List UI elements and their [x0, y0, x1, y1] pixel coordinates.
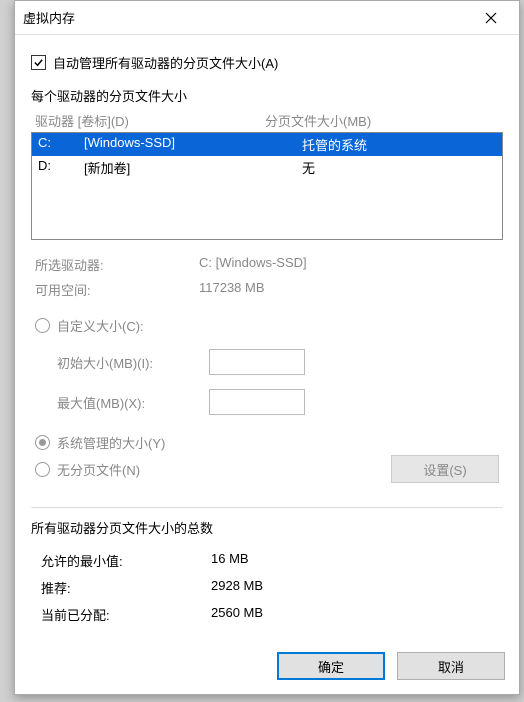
recommended-value: 2928 MB — [211, 578, 493, 597]
max-size-input[interactable] — [209, 389, 305, 415]
size-options: 自定义大小(C): 初始大小(MB)(I): 最大值(MB)(X): 系统管理的… — [31, 312, 503, 493]
selected-drive-value: C: [Windows-SSD] — [199, 255, 499, 274]
drive-paging: 托管的系统 — [302, 135, 496, 154]
max-size-label: 最大值(MB)(X): — [57, 393, 209, 412]
min-allowed-value: 16 MB — [211, 551, 493, 570]
current-allocated-row: 当前已分配: 2560 MB — [31, 601, 503, 628]
drive-label: [Windows-SSD] — [84, 135, 302, 154]
drive-list-header: 驱动器 [卷标](D) 分页文件大小(MB) — [31, 109, 503, 132]
drive-letter: D: — [38, 158, 84, 177]
ok-button[interactable]: 确定 — [277, 652, 385, 680]
max-size-row: 最大值(MB)(X): — [31, 385, 503, 419]
current-allocated-label: 当前已分配: — [41, 605, 211, 624]
custom-size-radio[interactable] — [35, 318, 50, 333]
system-managed-radio[interactable] — [35, 435, 50, 450]
dialog-button-row: 确定 取消 — [15, 638, 519, 694]
auto-manage-row[interactable]: 自动管理所有驱动器的分页文件大小(A) — [31, 53, 503, 72]
initial-size-row: 初始大小(MB)(I): — [31, 345, 503, 379]
min-allowed-row: 允许的最小值: 16 MB — [31, 547, 503, 574]
no-paging-label: 无分页文件(N) — [57, 460, 140, 479]
recommended-label: 推荐: — [41, 578, 211, 597]
dialog-content: 自动管理所有驱动器的分页文件大小(A) 每个驱动器的分页文件大小 驱动器 [卷标… — [15, 35, 519, 638]
close-button[interactable] — [471, 3, 511, 33]
dialog-title: 虚拟内存 — [23, 8, 471, 27]
drive-letter: C: — [38, 135, 84, 154]
recommended-row: 推荐: 2928 MB — [31, 574, 503, 601]
drive-list[interactable]: C: [Windows-SSD] 托管的系统 D: [新加卷] 无 — [31, 132, 503, 240]
initial-size-label: 初始大小(MB)(I): — [57, 353, 209, 372]
header-paging: 分页文件大小(MB) — [265, 111, 499, 130]
auto-manage-label: 自动管理所有驱动器的分页文件大小(A) — [53, 53, 278, 72]
virtual-memory-dialog: 虚拟内存 自动管理所有驱动器的分页文件大小(A) 每个驱动器的分页文件大小 驱动… — [14, 0, 520, 695]
min-allowed-label: 允许的最小值: — [41, 551, 211, 570]
system-managed-option[interactable]: 系统管理的大小(Y) — [31, 429, 503, 456]
auto-manage-checkbox[interactable] — [31, 55, 46, 70]
custom-size-label: 自定义大小(C): — [57, 316, 144, 335]
selected-drive-label: 所选驱动器: — [35, 255, 199, 274]
available-space-label: 可用空间: — [35, 280, 199, 299]
available-space-row: 可用空间: 117238 MB — [31, 277, 503, 302]
checkmark-icon — [33, 57, 44, 68]
no-paging-radio[interactable] — [35, 462, 50, 477]
header-drive: 驱动器 [卷标](D) — [35, 111, 265, 130]
system-managed-label: 系统管理的大小(Y) — [57, 433, 165, 452]
set-button[interactable]: 设置(S) — [391, 455, 499, 483]
divider — [31, 507, 503, 508]
available-space-value: 117238 MB — [199, 280, 499, 299]
custom-size-option[interactable]: 自定义大小(C): — [31, 312, 503, 339]
titlebar: 虚拟内存 — [15, 1, 519, 35]
totals-section-label: 所有驱动器分页文件大小的总数 — [31, 518, 503, 537]
close-icon — [485, 12, 497, 24]
drive-row[interactable]: C: [Windows-SSD] 托管的系统 — [32, 133, 502, 156]
drive-label: [新加卷] — [84, 158, 302, 177]
drive-row[interactable]: D: [新加卷] 无 — [32, 156, 502, 179]
drive-paging: 无 — [302, 158, 496, 177]
per-drive-section-label: 每个驱动器的分页文件大小 — [31, 86, 503, 105]
initial-size-input[interactable] — [209, 349, 305, 375]
selected-drive-row: 所选驱动器: C: [Windows-SSD] — [31, 252, 503, 277]
current-allocated-value: 2560 MB — [211, 605, 493, 624]
cancel-button[interactable]: 取消 — [397, 652, 505, 680]
